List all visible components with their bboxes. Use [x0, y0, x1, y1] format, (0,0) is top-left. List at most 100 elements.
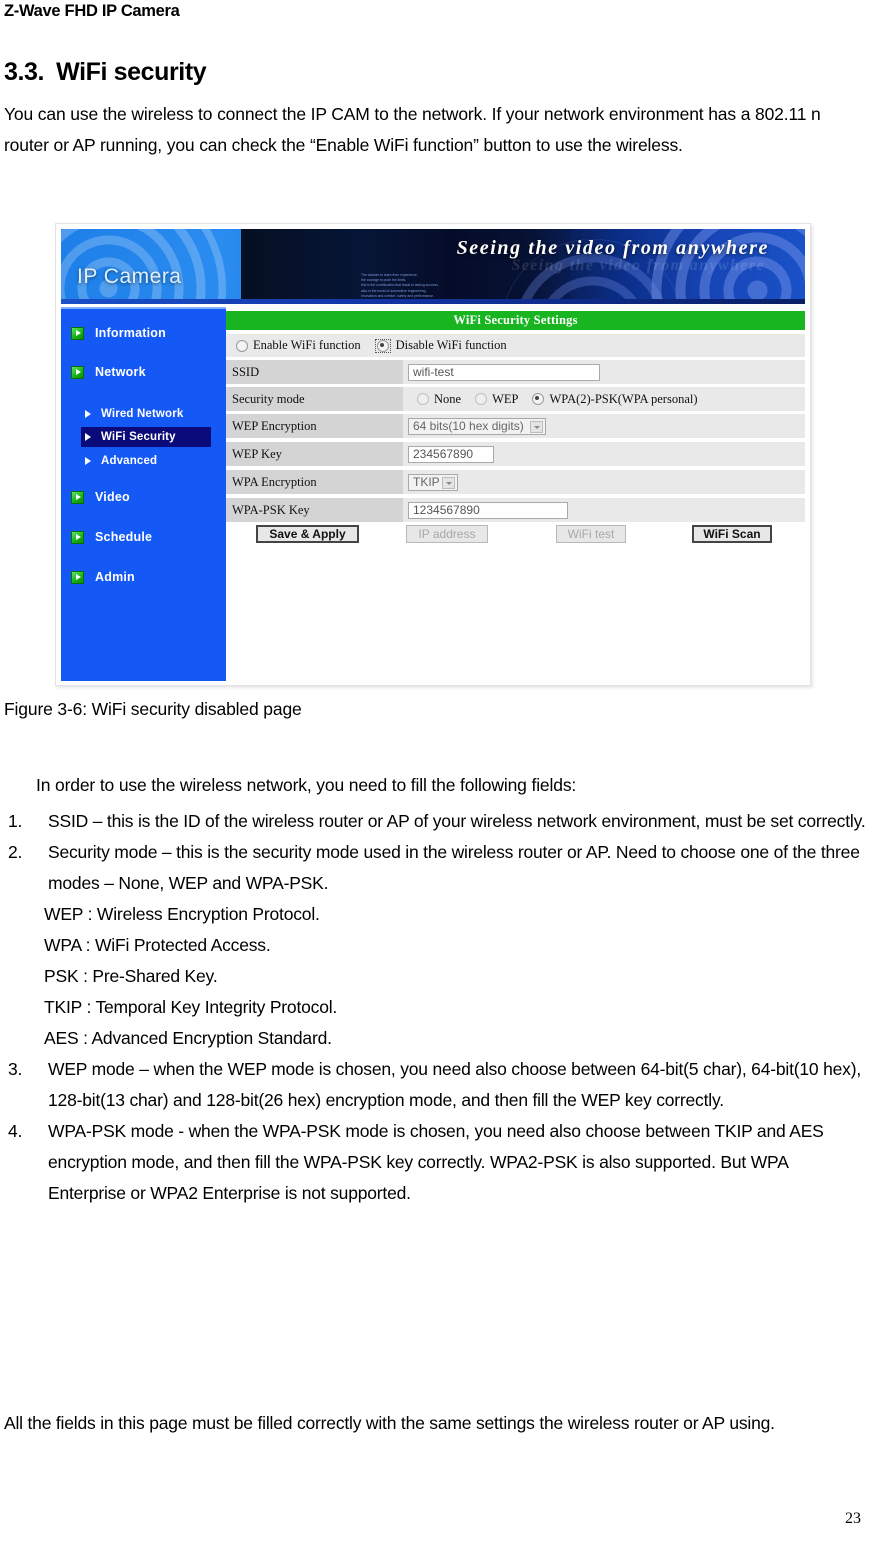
wpa-psk-key-value-cell: 1234567890	[403, 498, 805, 522]
wep-key-label: WEP Key	[226, 442, 403, 466]
sidebar-item-label: Network	[95, 365, 146, 379]
sidebar-item-label: Video	[95, 490, 130, 504]
list-item: 2. Security mode – this is the security …	[4, 837, 866, 899]
app-logo-text: IP Camera	[77, 265, 182, 288]
section-number: 3.3.	[4, 58, 45, 86]
wep-key-value-cell: 234567890	[403, 442, 805, 466]
app-banner: Seeing the video from anywhere Seeing th…	[61, 229, 805, 304]
figure-caption: Figure 3-6: WiFi security disabled page	[4, 699, 302, 719]
wep-key-input[interactable]: 234567890	[408, 445, 494, 463]
disable-wifi-radio[interactable]	[376, 339, 389, 352]
enable-wifi-label: Enable WiFi function	[253, 338, 361, 352]
wpa-encryption-select[interactable]: TKIP	[408, 473, 458, 491]
running-head: Z-Wave FHD IP Camera	[4, 2, 180, 20]
sidebar-item-information[interactable]: Information	[71, 323, 166, 343]
green-arrow-icon	[71, 326, 84, 340]
intro-paragraph: You can use the wireless to connect the …	[4, 104, 821, 155]
wep-encryption-value-cell: 64 bits(10 hex digits)	[403, 414, 805, 438]
list-item-text: SSID – this is the ID of the wireless ro…	[48, 811, 866, 831]
triangle-right-icon	[85, 456, 91, 465]
green-arrow-icon	[71, 490, 84, 504]
sidebar-item-schedule[interactable]: Schedule	[71, 527, 152, 547]
wep-encryption-select-value: 64 bits(10 hex digits)	[413, 419, 524, 433]
wifi-test-button[interactable]: WiFi test	[556, 525, 626, 543]
list-item-text: Security mode – this is the security mod…	[48, 842, 860, 893]
sidebar-item-label: Advanced	[101, 454, 158, 467]
definition-line: WEP : Wireless Encryption Protocol.	[44, 904, 320, 924]
sidebar-item-label: WiFi Security	[101, 431, 176, 443]
panel-button-row: Save & Apply IP address WiFi test WiFi S…	[226, 523, 805, 549]
wep-encryption-select[interactable]: 64 bits(10 hex digits)	[408, 417, 546, 435]
wpa-encryption-label: WPA Encryption	[226, 470, 403, 494]
closing-paragraph: All the fields in this page must be fill…	[4, 1413, 775, 1433]
sidebar-item-network[interactable]: Network	[71, 362, 146, 382]
sidebar-item-admin[interactable]: Admin	[71, 567, 135, 587]
definition-line: AES : Advanced Encryption Standard.	[44, 1028, 332, 1048]
lead-in-text: In order to use the wireless network, yo…	[36, 775, 577, 795]
security-wpa-psk-label: WPA(2)-PSK(WPA personal)	[549, 391, 698, 406]
page-number: 23	[845, 1510, 861, 1527]
list-item: 1. SSID – this is the ID of the wireless…	[4, 806, 866, 837]
wifi-function-row: Enable WiFi function Disable WiFi functi…	[226, 334, 805, 357]
security-none-label: None	[434, 391, 462, 406]
green-arrow-icon	[71, 530, 84, 544]
figure-screenshot: Seeing the video from anywhere Seeing th…	[55, 223, 811, 686]
wpa-encryption-select-value: TKIP	[413, 475, 440, 489]
wpa-psk-key-row: WPA-PSK Key 1234567890	[226, 498, 805, 522]
ssid-row: SSID wifi-test	[226, 360, 805, 384]
wpa-psk-key-label: WPA-PSK Key	[226, 498, 403, 522]
settings-panel: WiFi Security Settings Enable WiFi funct…	[226, 307, 805, 681]
sidebar-item-label: Wired Network	[101, 407, 184, 420]
sidebar: Information Network Wired Network WiFi S…	[61, 307, 226, 681]
sidebar-item-video[interactable]: Video	[71, 487, 130, 507]
triangle-right-icon	[85, 409, 91, 418]
wifi-scan-button[interactable]: WiFi Scan	[692, 525, 772, 543]
wpa-encryption-row: WPA Encryption TKIP	[226, 470, 805, 494]
page-title: 3.3. WiFi security	[4, 58, 207, 87]
disable-wifi-label: Disable WiFi function	[395, 338, 507, 352]
ssid-label: SSID	[226, 360, 403, 384]
figure-inner: Seeing the video from anywhere Seeing th…	[61, 229, 805, 681]
definition-line: TKIP : Temporal Key Integrity Protocol.	[44, 997, 338, 1017]
sidebar-item-label: Schedule	[95, 530, 153, 544]
ssid-input[interactable]: wifi-test	[408, 363, 600, 381]
security-mode-row: Security mode None WEP WPA(2)-PSK(WPA pe…	[226, 387, 805, 411]
security-wep-label: WEP	[492, 391, 519, 406]
definition-line: WPA : WiFi Protected Access.	[44, 935, 271, 955]
sidebar-item-advanced[interactable]: Advanced	[85, 451, 157, 470]
list-marker: 2.	[8, 842, 23, 862]
banner-base-strip	[61, 299, 805, 304]
definition-line: PSK : Pre-Shared Key.	[44, 966, 218, 986]
ssid-value-cell: wifi-test	[403, 360, 805, 384]
list-item-text: WPA-PSK mode - when the WPA-PSK mode is …	[48, 1121, 824, 1203]
list-item: 3. WEP mode – when the WEP mode is chose…	[4, 1054, 866, 1116]
banner-slogan: Seeing the video from anywhere	[456, 237, 769, 259]
disable-wifi-focus	[374, 338, 391, 353]
enable-wifi-radio[interactable]	[236, 339, 248, 352]
ip-address-button[interactable]: IP address	[406, 525, 488, 543]
wep-encryption-row: WEP Encryption 64 bits(10 hex digits)	[226, 414, 805, 438]
sidebar-item-wifi-security[interactable]: WiFi Security	[81, 427, 211, 447]
section-title: WiFi security	[56, 58, 207, 86]
security-none-radio[interactable]	[417, 393, 429, 405]
save-apply-button[interactable]: Save & Apply	[256, 525, 359, 543]
chevron-down-icon	[442, 476, 455, 489]
list-item: 4. WPA-PSK mode - when the WPA-PSK mode …	[4, 1116, 866, 1209]
security-mode-value-cell: None WEP WPA(2)-PSK(WPA personal)	[403, 387, 805, 411]
security-wep-radio[interactable]	[475, 393, 488, 405]
panel-title-bar: WiFi Security Settings	[226, 311, 805, 330]
wep-key-row: WEP Key 234567890	[226, 442, 805, 466]
chevron-down-icon	[530, 420, 543, 433]
list-item-text: WEP mode – when the WEP mode is chosen, …	[48, 1059, 862, 1110]
list-marker: 4.	[8, 1121, 23, 1141]
sidebar-item-wired-network[interactable]: Wired Network	[85, 404, 183, 423]
banner-fineprint: The wisdom to learn from experience, the…	[361, 273, 439, 298]
green-arrow-icon	[71, 365, 84, 379]
security-wpa-psk-radio[interactable]	[532, 393, 545, 405]
wpa-psk-key-input[interactable]: 1234567890	[408, 501, 568, 519]
wep-encryption-label: WEP Encryption	[226, 414, 403, 438]
wpa-encryption-value-cell: TKIP	[403, 470, 805, 494]
security-mode-label: Security mode	[226, 387, 403, 411]
green-arrow-icon	[71, 570, 84, 584]
sidebar-item-label: Information	[95, 326, 166, 340]
